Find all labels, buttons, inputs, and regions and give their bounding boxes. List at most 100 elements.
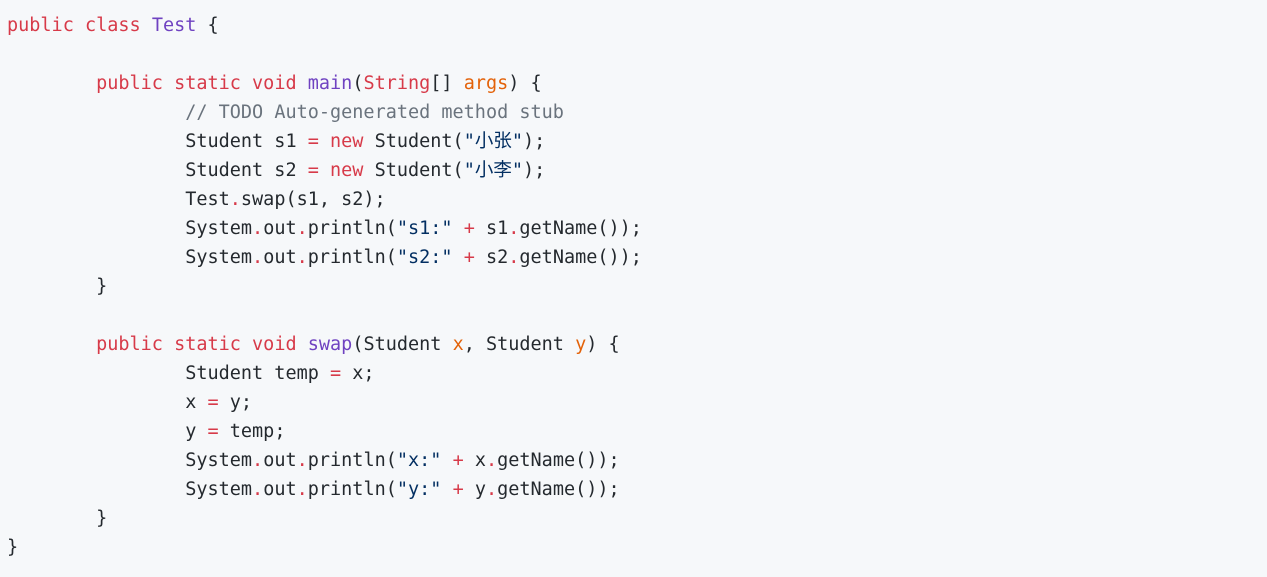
- code-token-str: "y:": [396, 479, 442, 500]
- code-token-kw: public: [96, 334, 163, 355]
- code-token-op: .: [252, 218, 264, 239]
- code-token-plain: y;: [218, 392, 253, 413]
- code-token-plain: }: [7, 537, 19, 558]
- code-token-plain: y: [463, 479, 486, 500]
- code-token-op: .: [485, 450, 498, 471]
- code-token-op: =: [330, 363, 342, 384]
- code-token-param: y: [575, 334, 587, 355]
- code-token-param: x: [452, 334, 464, 355]
- code-token-plain: ) {: [508, 73, 542, 94]
- code-token-str: "s1:": [396, 218, 453, 239]
- code-token-op: =: [207, 392, 219, 413]
- code-token-plain: Student s2: [7, 160, 308, 181]
- code-token-plain: out: [263, 247, 297, 268]
- code-line: Student s2 = new Student("小李");: [7, 156, 1267, 185]
- code-token-op: .: [296, 218, 308, 239]
- code-token-kw: static: [174, 334, 241, 355]
- code-token-op: +: [463, 247, 475, 268]
- code-token-plain: println(: [307, 479, 397, 500]
- code-token-str: "x:": [396, 450, 442, 471]
- code-token-plain: temp;: [218, 421, 286, 442]
- code-token-op: +: [452, 450, 464, 471]
- code-token-str: "s2:": [396, 247, 453, 268]
- code-token-plain: }: [7, 508, 108, 529]
- code-line: public static void main(String[] args) {: [7, 69, 1267, 98]
- code-line: public class Test {: [7, 11, 1267, 40]
- code-line: System.out.println("y:" + y.getName());: [7, 475, 1267, 504]
- code-token-op: =: [307, 131, 319, 152]
- code-token-plain: getName());: [497, 479, 620, 500]
- code-token-plain: Student(: [363, 131, 464, 152]
- code-token-plain: Student(: [363, 160, 464, 181]
- code-token-plain: System: [7, 479, 253, 500]
- code-token-op: .: [296, 247, 308, 268]
- code-lines: public class Test { public static void m…: [7, 11, 1267, 562]
- code-token-plain: {: [196, 15, 219, 36]
- code-token-kw: class: [84, 15, 141, 36]
- code-token-plain: swap(s1, s2);: [240, 189, 386, 210]
- code-token-plain: (Student: [352, 334, 453, 355]
- code-token-plain: System: [7, 247, 253, 268]
- code-token-plain: System: [7, 450, 253, 471]
- code-token-plain: println(: [307, 247, 397, 268]
- code-token-plain: println(: [307, 218, 397, 239]
- code-token-plain: Test: [7, 189, 230, 210]
- code-token-plain: getName());: [519, 247, 642, 268]
- code-token-kw: void: [252, 334, 297, 355]
- code-token-plain: []: [430, 73, 464, 94]
- code-token-plain: System: [7, 218, 253, 239]
- code-token-plain: out: [263, 450, 297, 471]
- code-token-plain: x: [7, 392, 208, 413]
- code-token-op: +: [452, 479, 464, 500]
- code-token-plain: s2: [474, 247, 509, 268]
- code-token-cm: // TODO Auto-generated method stub: [185, 102, 564, 123]
- code-line: public static void swap(Student x, Stude…: [7, 330, 1267, 359]
- code-token-plain: , Student: [463, 334, 576, 355]
- code-token-plain: out: [263, 218, 297, 239]
- code-line: Student s1 = new Student("小张");: [7, 127, 1267, 156]
- code-token-op: .: [296, 450, 308, 471]
- code-token-kw: public: [7, 15, 74, 36]
- code-token-op: .: [229, 189, 241, 210]
- code-token-op: .: [252, 450, 264, 471]
- code-token-op: =: [307, 160, 319, 181]
- code-token-plain: x;: [341, 363, 375, 384]
- code-token-plain: ) {: [586, 334, 620, 355]
- code-token-op: +: [463, 218, 475, 239]
- code-token-kw: public: [96, 73, 163, 94]
- code-token-plain: }: [7, 276, 108, 297]
- code-token-op: .: [485, 479, 498, 500]
- code-block: public class Test { public static void m…: [0, 0, 1267, 577]
- code-line: System.out.println("s2:" + s2.getName())…: [7, 243, 1267, 272]
- code-token-kw: static: [174, 73, 241, 94]
- code-token-fn: main: [307, 73, 353, 94]
- code-line: Student temp = x;: [7, 359, 1267, 388]
- code-line: x = y;: [7, 388, 1267, 417]
- code-token-param: args: [463, 73, 509, 94]
- code-line: }: [7, 504, 1267, 533]
- code-token-plain: out: [263, 479, 297, 500]
- code-line: Test.swap(s1, s2);: [7, 185, 1267, 214]
- code-token-kw: void: [252, 73, 297, 94]
- code-token-op: .: [508, 247, 520, 268]
- code-token-plain: Student s1: [7, 131, 308, 152]
- code-token-op: .: [296, 479, 308, 500]
- code-token-plain: );: [522, 131, 546, 152]
- code-token-plain: (: [352, 73, 364, 94]
